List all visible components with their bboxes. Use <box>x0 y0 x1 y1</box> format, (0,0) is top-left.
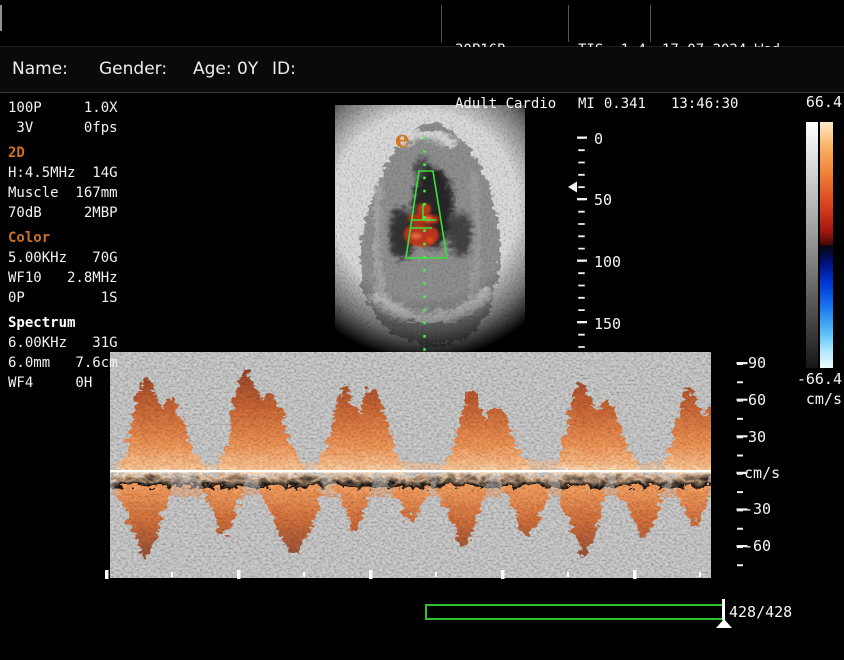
depth-ruler <box>582 137 583 350</box>
patient-info-bar: Name: Gender: Age: 0Y ID: <box>0 47 844 93</box>
velocity-label-30: 30 <box>748 429 766 446</box>
probe-orientation-icon: e <box>395 126 410 153</box>
depth-label-150: 150 <box>594 316 621 333</box>
param-2d-dr: 70dB 2MBP <box>8 203 118 223</box>
patient-age-label: Age: 0Y <box>193 59 258 79</box>
cine-marker-triangle-icon[interactable] <box>716 619 732 628</box>
velocity-label-n30: -30 <box>744 501 771 518</box>
param-color-persist: 0P 1S <box>8 288 118 308</box>
topbar-divider <box>568 5 569 42</box>
cine-frame-counter: 428/428 <box>729 604 792 621</box>
velocity-label-n60: -60 <box>744 538 771 555</box>
param-pw-gate: 6.0mm 7.6cm <box>8 353 118 373</box>
color-velocity-bar <box>820 122 833 368</box>
param-2d-freq-gain: H:4.5MHz 14G <box>8 163 118 183</box>
depth-label-100: 100 <box>594 254 621 271</box>
cine-progress-bar[interactable] <box>425 604 725 620</box>
patient-name-label: Name: <box>12 59 68 79</box>
grayscale-bar <box>806 122 818 368</box>
section-color: Color <box>8 228 118 248</box>
patient-gender-label: Gender: <box>99 59 167 79</box>
cine-position-marker[interactable] <box>722 599 725 620</box>
exam-preset: Adult Cardio <box>455 95 556 113</box>
patient-id-label: ID: <box>272 59 296 79</box>
param-volume-fps: 3V 0fps <box>8 118 118 138</box>
spectrum-baseline <box>110 470 711 472</box>
param-color-wf: WF10 2.8MHz <box>8 268 118 288</box>
system-time: 13:46:30 <box>662 95 788 113</box>
param-pw-wf: WF4 0H <box>8 373 118 393</box>
color-scale-unit: cm/s <box>776 391 842 408</box>
velocity-label-unit: cm/s <box>744 465 780 482</box>
color-scale-min: -66.4 <box>776 371 842 388</box>
top-status-bar: 30P16B Adult Cardio TIS1.4 MI0.341 17-07… <box>0 0 844 47</box>
section-2d: 2D <box>8 143 118 163</box>
color-scale-max: 66.4 <box>800 94 842 111</box>
mi-label: MI <box>578 95 595 113</box>
velocity-label-90: 90 <box>748 355 766 372</box>
parameter-panel: 100P 1.0X 3V 0fps 2D H:4.5MHz 14G Muscle… <box>8 98 118 393</box>
param-color-prf: 5.00KHz 70G <box>8 248 118 268</box>
screen-edge-mark <box>0 5 2 31</box>
depth-label-50: 50 <box>594 192 612 209</box>
section-spectrum: Spectrum <box>8 313 118 333</box>
mi-value: 0.341 <box>604 95 646 113</box>
param-pw-prf: 6.00KHz 31G <box>8 333 118 353</box>
spectral-doppler-trace <box>110 352 748 578</box>
topbar-divider <box>650 5 651 42</box>
velocity-label-60: 60 <box>748 392 766 409</box>
focus-marker-icon <box>568 182 577 193</box>
param-power-zoom: 100P 1.0X <box>8 98 118 118</box>
param-2d-depth: Muscle 167mm <box>8 183 118 203</box>
velocity-ruler <box>740 362 742 567</box>
ultrasound-screen: 30P16B Adult Cardio TIS1.4 MI0.341 17-07… <box>0 0 844 660</box>
topbar-divider <box>441 5 442 42</box>
